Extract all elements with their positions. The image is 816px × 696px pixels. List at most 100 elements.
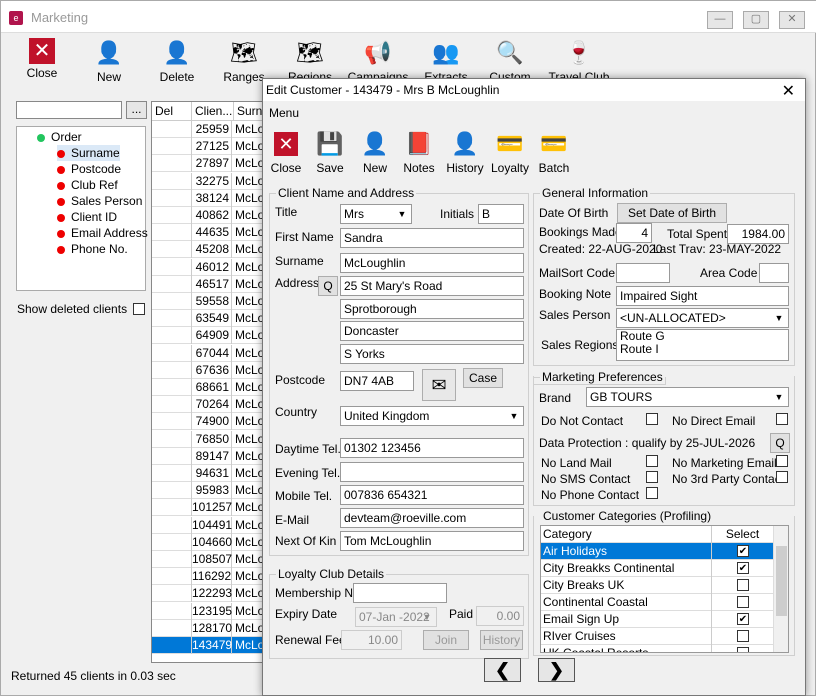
no-sms-checkbox[interactable]: [646, 471, 658, 483]
table-row[interactable]: 74900 McLo: [152, 413, 262, 431]
tree-root-order[interactable]: Order: [37, 129, 82, 145]
initials-field[interactable]: B: [478, 204, 524, 224]
sales-regions-list[interactable]: Route G Route I: [616, 329, 789, 361]
postcode-field[interactable]: DN7 4AB: [340, 371, 414, 391]
table-row[interactable]: 76850 McLo: [152, 430, 262, 448]
table-row[interactable]: 40862 McLo: [152, 207, 262, 224]
region-item[interactable]: Route I: [620, 343, 788, 356]
address-line4-field[interactable]: S Yorks: [340, 344, 524, 364]
brand-select[interactable]: GB TOURS ▼: [586, 387, 789, 407]
table-row[interactable]: 89147 McLo: [152, 447, 262, 465]
mobile-tel-field[interactable]: 007836 654321: [340, 485, 524, 505]
address-line1-field[interactable]: 25 St Mary's Road: [340, 276, 524, 296]
table-row[interactable]: 116292 McLo: [152, 568, 262, 586]
loyalty-history-button[interactable]: History: [480, 630, 523, 650]
no-phone-checkbox[interactable]: [646, 487, 658, 499]
table-row[interactable]: 63549 McLo: [152, 310, 262, 328]
search-browse-button[interactable]: ...: [126, 101, 147, 119]
category-checkbox[interactable]: [737, 630, 749, 642]
tree-item-postcode[interactable]: Postcode: [57, 161, 121, 177]
table-row[interactable]: 101257 McLo: [152, 499, 262, 517]
dlg-loyalty-button[interactable]: 💳 Loyalty: [490, 129, 530, 179]
col-header-client[interactable]: Clien...: [192, 102, 234, 121]
expiry-date-select[interactable]: 07-Jan -2022 ▼: [355, 607, 437, 627]
table-row[interactable]: 104660 McLo: [152, 533, 262, 551]
first-name-field[interactable]: Sandra: [340, 228, 524, 248]
address-lookup-button[interactable]: Q: [318, 276, 338, 296]
category-row[interactable]: Air Holidays ✔: [541, 543, 773, 560]
table-row[interactable]: 95983 McLo: [152, 482, 262, 500]
col-header-surname[interactable]: Surna: [234, 102, 262, 121]
country-select[interactable]: United Kingdom ▼: [340, 406, 524, 426]
tree-item-club-ref[interactable]: Club Ref: [57, 177, 118, 193]
renewal-fee-field[interactable]: 10.00: [341, 630, 402, 650]
category-row[interactable]: City Breakks Continental ✔: [541, 560, 773, 577]
next-of-kin-field[interactable]: Tom McLoughlin: [340, 531, 524, 551]
dlg-batch-button[interactable]: 💳 Batch: [537, 129, 571, 179]
email-field[interactable]: devteam@roeville.com: [340, 508, 524, 528]
table-row[interactable]: 143479 McLo: [152, 637, 262, 654]
search-input[interactable]: [16, 101, 122, 119]
category-checkbox[interactable]: ✔: [737, 613, 749, 625]
toolbar-close-button[interactable]: ✕ Close: [19, 33, 65, 87]
toolbar-delete-button[interactable]: 👤 Delete: [155, 33, 199, 87]
category-checkbox[interactable]: [737, 596, 749, 608]
table-row[interactable]: 123195 McLo: [152, 602, 262, 620]
dlg-history-button[interactable]: 👤 History: [445, 129, 485, 179]
toolbar-ranges-button[interactable]: 🗺 Ranges: [221, 33, 267, 87]
table-row[interactable]: 67636 McLo: [152, 361, 262, 379]
table-row[interactable]: 46012 McLo: [152, 258, 262, 276]
table-row[interactable]: 38124 McLo: [152, 189, 262, 207]
category-checkbox[interactable]: [737, 647, 749, 652]
table-row[interactable]: 64909 McLo: [152, 327, 262, 345]
area-code-field[interactable]: [759, 263, 789, 283]
table-row[interactable]: 46517 McLo: [152, 275, 262, 293]
envelope-mail-button[interactable]: ✉: [422, 369, 456, 401]
category-row[interactable]: Continental Coastal: [541, 594, 773, 611]
category-row[interactable]: City Breaks UK: [541, 577, 773, 594]
address-line3-field[interactable]: Doncaster: [340, 321, 524, 341]
col-header-del[interactable]: Del: [152, 102, 192, 121]
address-line2-field[interactable]: Sprotborough: [340, 299, 524, 319]
dlg-save-button[interactable]: 💾 Save: [315, 129, 345, 179]
table-row[interactable]: 104491 McLo: [152, 516, 262, 534]
col-header-select[interactable]: Select: [711, 526, 773, 543]
category-row[interactable]: RIver Cruises: [541, 628, 773, 645]
table-row[interactable]: 45208 McLo: [152, 241, 262, 259]
sales-person-select[interactable]: <UN-ALLOCATED> ▼: [616, 308, 789, 328]
table-row[interactable]: 94631 McLo: [152, 465, 262, 482]
minimize-button[interactable]: —: [707, 11, 733, 29]
table-row[interactable]: 122293 McLo: [152, 585, 262, 603]
col-header-category[interactable]: Category: [543, 527, 592, 541]
join-button[interactable]: Join: [423, 630, 469, 650]
maximize-button[interactable]: ▢: [743, 11, 769, 29]
table-row[interactable]: 128170 McLo: [152, 619, 262, 637]
categories-scrollbar[interactable]: [773, 526, 788, 652]
daytime-tel-field[interactable]: 01302 123456: [340, 438, 524, 458]
set-dob-button[interactable]: Set Date of Birth: [617, 203, 727, 223]
next-record-button[interactable]: ❯: [538, 658, 575, 682]
tree-item-client-id[interactable]: Client ID: [57, 209, 117, 225]
table-row[interactable]: 59558 McLo: [152, 293, 262, 310]
category-checkbox[interactable]: ✔: [737, 545, 749, 557]
table-row[interactable]: 108507 McLo: [152, 551, 262, 568]
membership-field[interactable]: [353, 583, 447, 603]
tree-item-email-address[interactable]: Email Address: [57, 225, 148, 241]
dlg-new-button[interactable]: 👤 New: [361, 129, 389, 179]
mailsort-field[interactable]: [616, 263, 670, 283]
dialog-close-icon[interactable]: ✕: [782, 81, 795, 101]
surname-field[interactable]: McLoughlin: [340, 253, 524, 273]
scrollbar-thumb[interactable]: [776, 546, 787, 616]
main-close-button[interactable]: ✕: [779, 11, 805, 29]
table-row[interactable]: 25959 McLo: [152, 121, 262, 138]
table-row[interactable]: 67044 McLo: [152, 344, 262, 362]
table-row[interactable]: 70264 McLo: [152, 396, 262, 414]
do-not-contact-checkbox[interactable]: [646, 413, 658, 425]
menu-item[interactable]: Menu: [269, 106, 299, 120]
show-deleted-checkbox[interactable]: [133, 303, 145, 315]
tree-item-surname[interactable]: Surname: [57, 145, 120, 161]
category-row[interactable]: Email Sign Up ✔: [541, 611, 773, 628]
table-row[interactable]: 27125 McLo: [152, 138, 262, 156]
table-row[interactable]: 32275 McLo: [152, 172, 262, 190]
no-land-mail-checkbox[interactable]: [646, 455, 658, 467]
